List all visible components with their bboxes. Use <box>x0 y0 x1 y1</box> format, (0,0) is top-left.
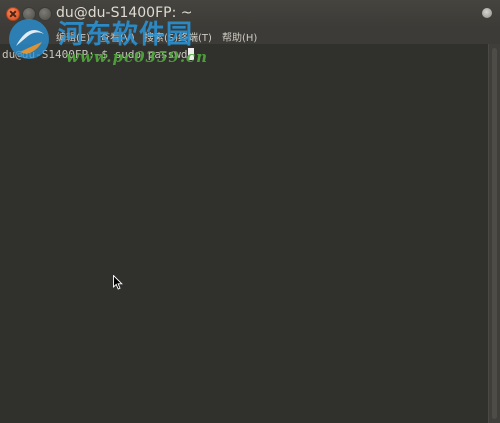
mouse-pointer-icon <box>113 275 123 290</box>
maximize-window-button[interactable] <box>38 7 52 21</box>
scrollbar-track[interactable] <box>492 48 497 419</box>
terminal-window: du@du-S1400FP: ~ 编辑(E) 查看(V) 搜索(S) 终端(T)… <box>0 0 500 423</box>
window-title: du@du-S1400FP: ~ <box>56 5 193 21</box>
menu-search[interactable]: 搜索(S) <box>144 29 178 44</box>
terminal-output-area[interactable]: du@du-S1400FP:~$ sudo passwd <box>0 44 488 423</box>
window-status-indicator-icon <box>482 8 492 18</box>
command-line: du@du-S1400FP:~$ sudo passwd <box>2 48 195 61</box>
title-bar[interactable]: du@du-S1400FP: ~ <box>0 0 500 28</box>
menu-help[interactable]: 帮助(H) <box>222 29 257 44</box>
close-window-button[interactable] <box>6 7 20 21</box>
shell-prompt: du@du-S1400FP:~$ <box>2 48 108 61</box>
typed-command: sudo passwd <box>107 48 188 61</box>
menu-terminal[interactable]: 终端(T) <box>178 29 212 44</box>
text-cursor <box>188 48 195 60</box>
menu-edit[interactable]: 编辑(E) <box>56 29 90 44</box>
vertical-scrollbar[interactable] <box>488 44 500 423</box>
menu-bar: 编辑(E) 查看(V) 搜索(S) 终端(T) 帮助(H) <box>0 28 500 44</box>
menu-view[interactable]: 查看(V) <box>100 29 135 44</box>
minimize-window-button[interactable] <box>22 7 36 21</box>
